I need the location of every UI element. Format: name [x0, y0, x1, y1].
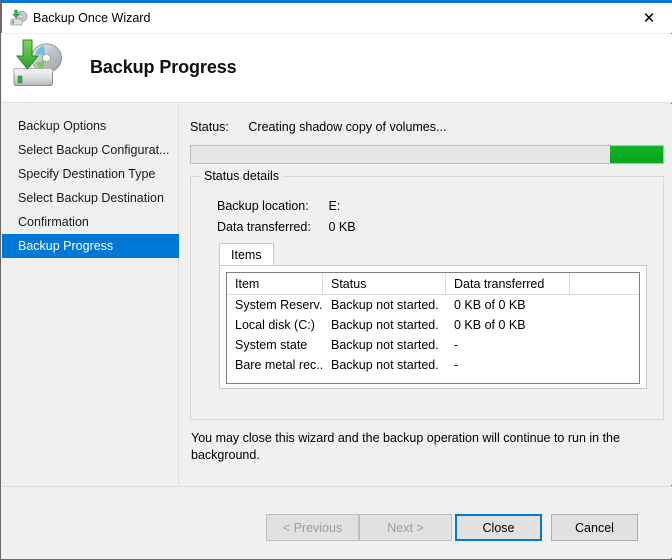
- wizard-step-sidebar: Backup Options Select Backup Configurat.…: [2, 104, 179, 485]
- sidebar-item-label: Backup Options: [18, 119, 107, 133]
- backup-location-row: Backup location: E:: [217, 199, 340, 213]
- cell-empty: [570, 335, 639, 355]
- status-label: Status:: [190, 120, 229, 134]
- backup-items-table: Item Status Data transferred System Rese…: [226, 272, 640, 384]
- cell-empty: [570, 355, 639, 375]
- cell-status: Backup not started.: [331, 358, 439, 372]
- cell-item: Local disk (C:): [235, 318, 315, 332]
- sidebar-item-label: Confirmation: [18, 215, 89, 229]
- sidebar-item-label: Backup Progress: [18, 239, 114, 253]
- dialog-button-bar: < Previous Next > Close Cancel: [2, 486, 672, 558]
- table-row[interactable]: Local disk (C:) Backup not started. 0 KB…: [227, 315, 639, 335]
- status-details-legend: Status details: [200, 169, 284, 183]
- title-bar: Backup Once Wizard ✕: [1, 3, 672, 33]
- next-button[interactable]: Next >: [359, 514, 452, 541]
- tab-items-label: Items: [231, 247, 262, 262]
- items-tab-panel: Item Status Data transferred System Rese…: [219, 265, 647, 389]
- cell-empty: [570, 295, 639, 315]
- backup-once-wizard-window: Backup Once Wizard ✕ Backup Progress Bac…: [0, 0, 672, 560]
- table-row[interactable]: Bare metal rec... Backup not started. -: [227, 355, 639, 375]
- data-transferred-row: Data transferred: 0 KB: [217, 220, 356, 234]
- status-details-group: Status details Backup location: E: Data …: [190, 169, 664, 420]
- status-value: Creating shadow copy of volumes...: [248, 120, 447, 134]
- sidebar-item-select-backup-destination[interactable]: Select Backup Destination: [2, 186, 178, 210]
- close-window-button[interactable]: ✕: [626, 3, 672, 33]
- backup-disk-icon: [11, 38, 69, 92]
- column-header-status[interactable]: Status: [323, 273, 446, 294]
- wizard-footnote: You may close this wizard and the backup…: [191, 431, 620, 462]
- close-button[interactable]: Close: [455, 514, 542, 541]
- table-header-row: Item Status Data transferred: [227, 273, 639, 295]
- cell-status: Backup not started.: [331, 298, 439, 312]
- data-transferred-label: Data transferred:: [217, 220, 311, 234]
- main-content: Status: Creating shadow copy of volumes.…: [180, 104, 672, 485]
- page-title: Backup Progress: [90, 57, 237, 77]
- status-row: Status: Creating shadow copy of volumes.…: [190, 120, 446, 134]
- backup-wizard-icon: [10, 9, 28, 27]
- sidebar-item-label: Specify Destination Type: [18, 167, 156, 181]
- cell-data-transferred: 0 KB of 0 KB: [454, 298, 526, 312]
- sidebar-item-specify-destination-type[interactable]: Specify Destination Type: [2, 162, 178, 186]
- tab-strip: Items: [219, 243, 647, 265]
- cancel-button-label: Cancel: [575, 520, 614, 535]
- backup-location-label: Backup location:: [217, 199, 309, 213]
- wizard-header: Backup Progress: [2, 34, 672, 103]
- cell-data-transferred: 0 KB of 0 KB: [454, 318, 526, 332]
- window-title: Backup Once Wizard: [33, 11, 151, 25]
- column-header-data-transferred[interactable]: Data transferred: [446, 273, 570, 294]
- sidebar-item-label: Select Backup Destination: [18, 191, 164, 205]
- cell-status: Backup not started.: [331, 338, 439, 352]
- previous-button-label: < Previous: [282, 520, 343, 535]
- sidebar-item-select-backup-configuration[interactable]: Select Backup Configurat...: [2, 138, 178, 162]
- sidebar-item-confirmation[interactable]: Confirmation: [2, 210, 178, 234]
- column-header-item[interactable]: Item: [227, 273, 323, 294]
- close-icon: ✕: [642, 8, 656, 27]
- backup-progress-bar: [190, 145, 664, 164]
- cell-data-transferred: -: [454, 358, 459, 372]
- sidebar-item-label: Select Backup Configurat...: [18, 143, 170, 157]
- cell-status: Backup not started.: [331, 318, 439, 332]
- table-row[interactable]: System Reserv... Backup not started. 0 K…: [227, 295, 639, 315]
- backup-location-value: E:: [328, 199, 341, 213]
- data-transferred-value: 0 KB: [328, 220, 356, 234]
- tab-items[interactable]: Items: [219, 243, 274, 265]
- cancel-button[interactable]: Cancel: [551, 514, 638, 541]
- close-button-label: Close: [482, 520, 515, 535]
- previous-button[interactable]: < Previous: [266, 514, 359, 541]
- table-row[interactable]: System state Backup not started. -: [227, 335, 639, 355]
- column-header-empty[interactable]: [570, 273, 639, 294]
- sidebar-item-backup-options[interactable]: Backup Options: [2, 114, 178, 138]
- cell-data-transferred: -: [454, 338, 459, 352]
- cell-item: Bare metal rec...: [235, 358, 323, 372]
- cell-item: System Reserv...: [235, 298, 323, 312]
- progress-bar-chunk: [610, 146, 663, 163]
- next-button-label: Next >: [387, 520, 424, 535]
- cell-empty: [570, 315, 639, 335]
- cell-item: System state: [235, 338, 308, 352]
- sidebar-item-backup-progress[interactable]: Backup Progress: [2, 234, 179, 258]
